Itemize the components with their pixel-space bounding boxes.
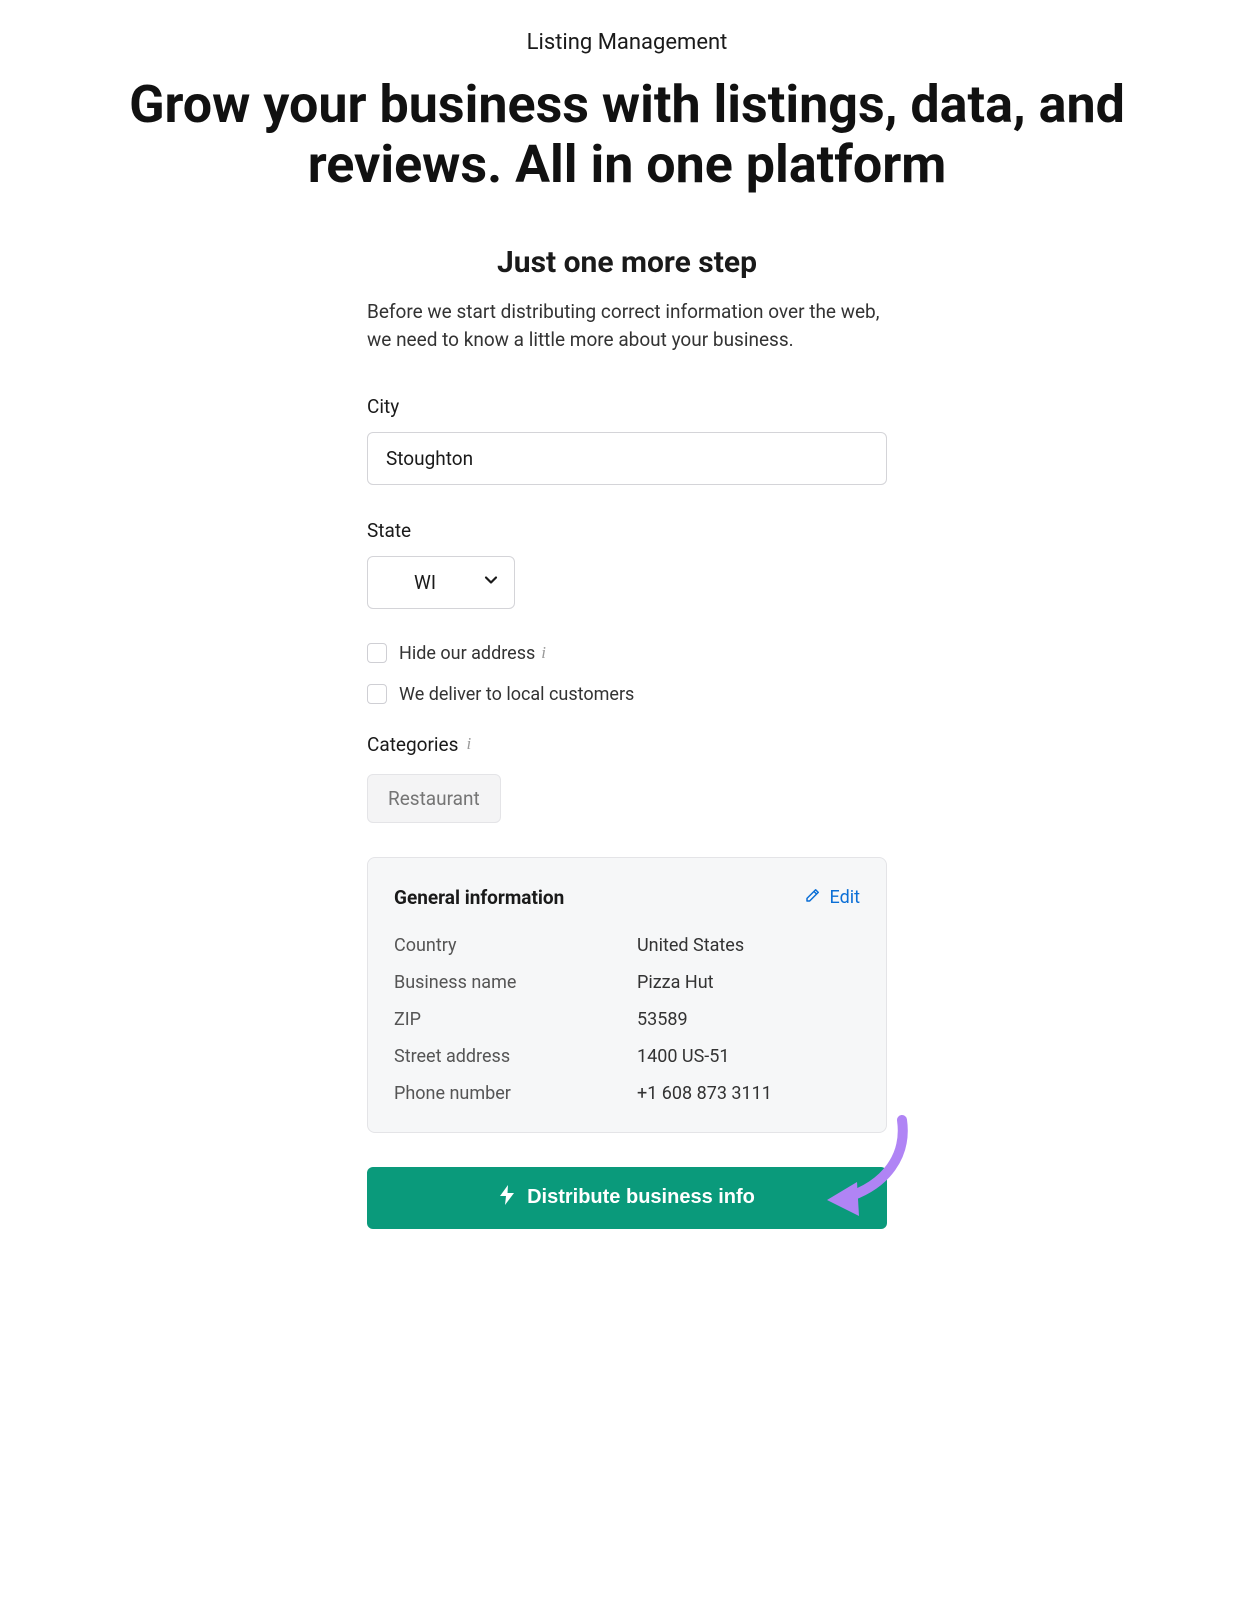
lightning-icon	[499, 1185, 515, 1211]
deliver-local-label: We deliver to local customers	[399, 684, 634, 705]
info-grid: Country United States Business name Pizz…	[394, 935, 860, 1104]
hide-address-label: Hide our address i	[399, 643, 546, 664]
page-headline: Grow your business with listings, data, …	[0, 75, 1254, 195]
phone-value: +1 608 873 3111	[637, 1083, 860, 1104]
hide-address-checkbox[interactable]	[367, 643, 387, 663]
city-label: City	[367, 395, 887, 418]
general-info-card: General information Edit Country United …	[367, 857, 887, 1133]
form-container: Just one more step Before we start distr…	[297, 245, 957, 1229]
page-subtitle: Listing Management	[0, 30, 1254, 55]
street-value: 1400 US-51	[637, 1046, 860, 1067]
info-card-header: General information Edit	[394, 886, 860, 909]
deliver-local-row: We deliver to local customers	[367, 684, 887, 705]
business-name-value: Pizza Hut	[637, 972, 860, 993]
zip-key: ZIP	[394, 1009, 617, 1030]
distribute-label: Distribute business info	[527, 1186, 755, 1209]
edit-icon	[804, 886, 822, 909]
state-select[interactable]: WI	[367, 556, 515, 609]
step-title: Just one more step	[367, 245, 887, 280]
info-icon[interactable]: i	[466, 734, 471, 754]
business-name-key: Business name	[394, 972, 617, 993]
distribute-button[interactable]: Distribute business info	[367, 1167, 887, 1229]
phone-key: Phone number	[394, 1083, 617, 1104]
category-tag[interactable]: Restaurant	[367, 774, 501, 823]
step-description: Before we start distributing correct inf…	[367, 298, 887, 355]
country-key: Country	[394, 935, 617, 956]
edit-button[interactable]: Edit	[804, 886, 860, 909]
state-field: State WI	[367, 519, 887, 609]
city-field: City	[367, 395, 887, 485]
zip-value: 53589	[637, 1009, 860, 1030]
categories-section: Categories i Restaurant	[367, 733, 887, 823]
deliver-local-checkbox[interactable]	[367, 684, 387, 704]
city-input[interactable]	[367, 432, 887, 485]
edit-label: Edit	[830, 887, 860, 908]
hide-address-row: Hide our address i	[367, 643, 887, 664]
cta-wrap: Distribute business info	[367, 1167, 887, 1229]
info-card-title: General information	[394, 886, 564, 909]
categories-label: Categories i	[367, 733, 887, 756]
country-value: United States	[637, 935, 860, 956]
street-key: Street address	[394, 1046, 617, 1067]
hide-address-text: Hide our address	[399, 643, 535, 664]
categories-label-text: Categories	[367, 733, 458, 756]
info-icon[interactable]: i	[541, 643, 546, 663]
state-label: State	[367, 519, 887, 542]
